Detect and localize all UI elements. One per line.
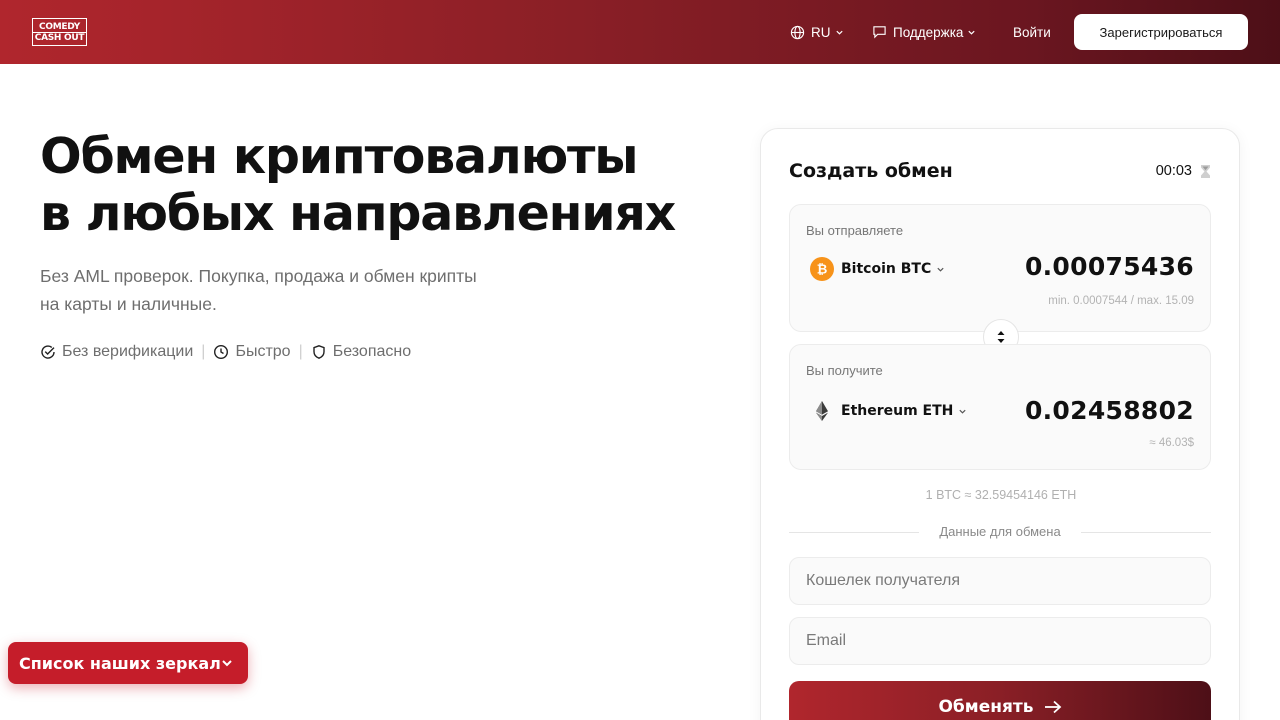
logo-line-1: COMEDY <box>39 21 80 32</box>
check-circle-icon <box>41 345 55 359</box>
send-coin-selector[interactable]: ₿ Bitcoin BTC <box>810 257 945 281</box>
feature-label: Без верификации <box>62 343 194 360</box>
recipient-wallet-input[interactable] <box>789 557 1211 605</box>
feature-secure: Безопасно <box>311 343 411 361</box>
receive-coin-name: Ethereum ETH <box>841 403 954 419</box>
feature-label: Быстро <box>235 343 291 360</box>
send-amount-input[interactable]: 0.00075436 <box>1025 252 1194 281</box>
send-coin-name: Bitcoin BTC <box>841 261 932 277</box>
send-limits: min. 0.0007544 / max. 15.09 <box>1048 295 1194 307</box>
language-label: RU <box>811 24 831 40</box>
feature-label: Безопасно <box>332 343 412 360</box>
logo-line-2: CASH OUT <box>33 31 86 43</box>
section-divider: Данные для обмена <box>789 524 1211 540</box>
arrow-right-icon <box>1044 700 1061 714</box>
top-header: COMEDY CASH OUT RU Поддержка Войти Зарег… <box>0 0 1280 64</box>
hero-title-line-2: в любых направлениях <box>40 185 676 242</box>
submit-label: Обменять <box>938 697 1034 717</box>
svg-text:₿: ₿ <box>817 263 828 278</box>
hero-title-line-1: Обмен криптовалюты <box>40 128 639 185</box>
support-label: Поддержка <box>893 24 964 40</box>
hourglass-icon <box>1201 164 1210 178</box>
exchange-rate: 1 BTC ≈ 32.59454146 ETH <box>925 488 1077 502</box>
send-label: Вы отправляете <box>806 223 904 238</box>
receive-amount: 0.02458802 <box>1024 396 1194 425</box>
feature-list: Без верификации | Быстро | Безопасно <box>40 340 411 364</box>
clock-icon <box>214 344 229 360</box>
bitcoin-icon: ₿ <box>810 257 834 281</box>
receive-label: Вы получите <box>806 363 883 378</box>
divider-line <box>1081 532 1211 533</box>
chevron-down-icon <box>835 30 843 35</box>
chevron-down-icon <box>959 409 967 414</box>
feature-separator: | <box>201 343 206 360</box>
feature-separator: | <box>298 343 303 360</box>
mirror-list-label: Список наших зеркал <box>19 653 221 673</box>
hero-subtitle: Без AML проверок. Покупка, продажа и обм… <box>40 266 477 314</box>
receive-coin-selector[interactable]: Ethereum ETH <box>810 399 967 423</box>
support-menu[interactable]: Поддержка <box>872 0 976 64</box>
feature-fast: Быстро <box>213 343 291 361</box>
register-button[interactable]: Зарегистрироваться <box>1074 14 1248 50</box>
send-box: Вы отправляете ₿ Bitcoin BTC 0.00075436 … <box>789 204 1211 332</box>
receive-box: Вы получите Ethereum ETH 0.02458802 ≈ 46… <box>789 344 1211 470</box>
ethereum-icon <box>816 401 828 421</box>
timer-value: 00:03 <box>1155 163 1192 179</box>
language-selector[interactable]: RU <box>790 0 844 64</box>
exchange-timer: 00:03 <box>1156 163 1211 179</box>
chevron-down-icon <box>937 267 944 272</box>
swap-arrows-icon <box>997 331 1005 343</box>
exchange-card: Создать обмен 00:03 Вы отправляете ₿ Bit… <box>760 128 1240 720</box>
chevron-down-icon <box>968 30 976 35</box>
logo[interactable]: COMEDY CASH OUT <box>32 18 87 46</box>
exchange-submit-button[interactable]: Обменять <box>789 681 1211 720</box>
mirror-list-button[interactable]: Список наших зеркал <box>8 642 248 684</box>
globe-icon <box>790 25 805 39</box>
email-input[interactable] <box>789 617 1211 665</box>
chat-bubble-icon <box>873 26 886 39</box>
chevron-down-icon <box>222 660 232 667</box>
hero-title: Обмен криптовалюты в любых направлениях <box>40 128 720 242</box>
exchange-title: Создать обмен <box>789 160 953 182</box>
login-link[interactable]: Войти <box>1013 0 1051 64</box>
feature-no-verification: Без верификации <box>40 343 193 361</box>
receive-usd-estimate: ≈ 46.03$ <box>1149 437 1194 449</box>
shield-icon <box>313 345 325 359</box>
